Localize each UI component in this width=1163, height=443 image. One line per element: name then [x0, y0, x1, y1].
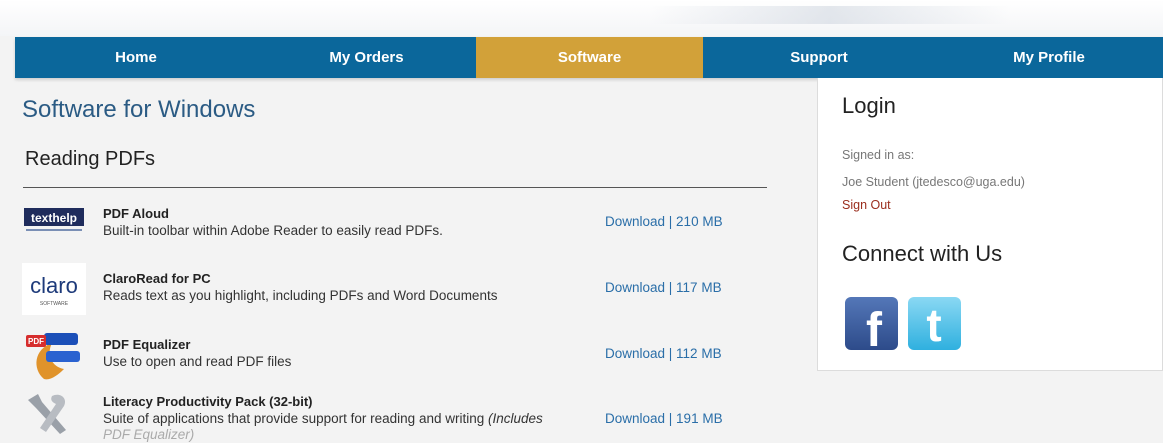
- claro-logo-icon: claro SOFTWARE: [22, 263, 86, 315]
- nav-my-orders[interactable]: My Orders: [257, 37, 476, 78]
- nav-my-profile[interactable]: My Profile: [935, 37, 1163, 78]
- section-title: Reading PDFs: [25, 148, 156, 170]
- software-name: ClaroRead for PC: [103, 271, 211, 286]
- nav-software[interactable]: Software: [476, 37, 703, 78]
- download-link-claroread[interactable]: Download | 117 MB: [605, 280, 722, 295]
- description-cutoff: PDF Equalizer): [103, 427, 195, 442]
- download-link-literacy-pack[interactable]: Download | 191 MB: [605, 411, 723, 426]
- description-text: Suite of applications that provide suppo…: [103, 411, 488, 426]
- download-link-pdf-equalizer[interactable]: Download | 112 MB: [605, 346, 722, 361]
- signed-in-label: Signed in as:: [842, 148, 915, 162]
- claro-logo-text: claro: [30, 273, 78, 298]
- facebook-glyph: f: [866, 304, 883, 350]
- section-divider: [23, 187, 767, 188]
- software-description: Reads text as you highlight, including P…: [103, 288, 498, 303]
- sign-out-link[interactable]: Sign Out: [842, 198, 891, 212]
- top-header-strip: [0, 0, 1163, 36]
- faded-banner-text: [650, 6, 1010, 24]
- nav-home[interactable]: Home: [15, 37, 257, 78]
- software-description: Use to open and read PDF files: [103, 354, 292, 369]
- main-navigation: Home My Orders Software Support My Profi…: [15, 37, 1163, 78]
- sidebar-panel: Login Signed in as: Joe Student (jtedesc…: [817, 78, 1163, 371]
- connect-title: Connect with Us: [842, 241, 1003, 266]
- claro-logo-subtext: SOFTWARE: [40, 301, 69, 307]
- software-name: PDF Aloud: [103, 206, 169, 221]
- signed-in-user: Joe Student (jtedesco@uga.edu): [842, 175, 1025, 189]
- pdf-equalizer-icon: PDF: [22, 321, 86, 380]
- facebook-icon[interactable]: f: [845, 297, 898, 357]
- twitter-icon[interactable]: t: [908, 297, 961, 351]
- login-title: Login: [842, 93, 896, 118]
- main-content: Software for Windows Reading PDFs texthe…: [0, 78, 800, 442]
- twitter-glyph: t: [926, 299, 941, 350]
- nav-support[interactable]: Support: [703, 37, 935, 78]
- page-title: Software for Windows: [22, 96, 256, 123]
- texthelp-logo-text: texthelp: [31, 211, 77, 225]
- software-description: Built-in toolbar within Adobe Reader to …: [103, 223, 443, 238]
- description-note: (Includes: [487, 411, 543, 426]
- tools-icon: [22, 390, 86, 442]
- software-description: Suite of applications that provide suppo…: [103, 411, 543, 442]
- download-link-pdf-aloud[interactable]: Download | 210 MB: [605, 214, 723, 229]
- software-name: PDF Equalizer: [103, 337, 191, 352]
- pdf-badge-text: PDF: [28, 337, 44, 346]
- software-name: Literacy Productivity Pack (32-bit): [103, 394, 313, 409]
- texthelp-logo-icon: texthelp: [22, 202, 86, 254]
